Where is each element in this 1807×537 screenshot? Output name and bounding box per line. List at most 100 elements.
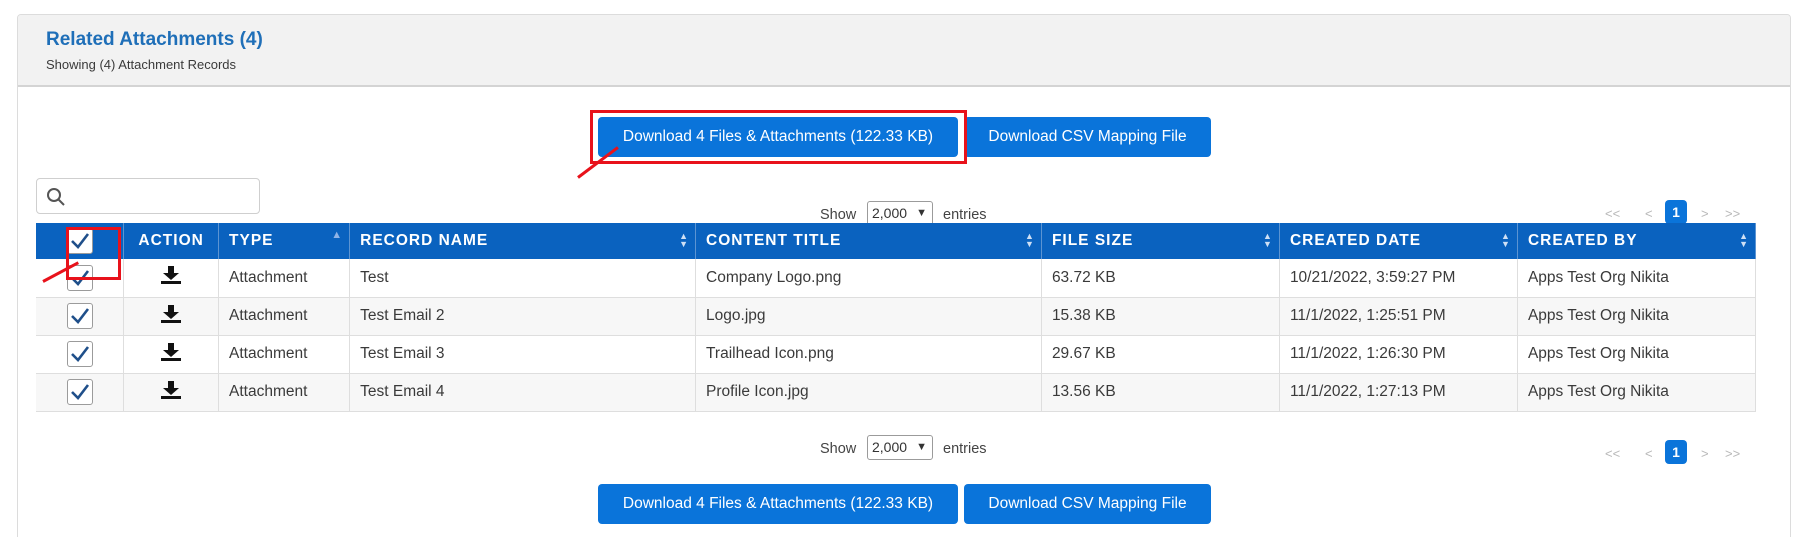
- row-action-cell: [123, 259, 220, 298]
- record-name-link[interactable]: Test Email 3: [349, 335, 697, 374]
- checkmark-icon: [70, 346, 89, 362]
- created-by-link[interactable]: Apps Test Org Nikita: [1517, 335, 1757, 374]
- checkmark-icon: [70, 308, 89, 324]
- file-size-cell: 15.38 KB: [1041, 297, 1280, 336]
- entries-value: 2,000: [872, 439, 908, 455]
- panel-title: Related Attachments (4): [46, 29, 263, 50]
- next-page-link[interactable]: >: [1701, 206, 1709, 221]
- file-size-cell: 63.72 KB: [1041, 259, 1280, 298]
- type-cell: Attachment: [218, 297, 351, 336]
- column-header-label: TYPE: [229, 232, 274, 249]
- column-header-label: CONTENT TITLE: [706, 232, 842, 249]
- download-icon[interactable]: [160, 265, 182, 285]
- search-icon: [47, 188, 65, 206]
- column-header-created-by[interactable]: CREATED BY ▲ ▼: [1517, 223, 1757, 259]
- attachments-table: ACTION TYPE ▲ RECORD NAME ▲ ▼ CONTENT TITLE…: [36, 223, 1757, 412]
- column-header-label: RECORD NAME: [360, 232, 489, 249]
- current-page-button[interactable]: 1: [1665, 440, 1687, 464]
- table-row: Attachment Test Company Logo.png 63.72 K…: [36, 259, 1757, 298]
- created-date-cell: 11/1/2022, 1:26:30 PM: [1279, 335, 1518, 374]
- entries-select[interactable]: 2,000 ▼: [867, 435, 933, 460]
- row-checkbox[interactable]: [66, 341, 93, 367]
- table-row: Attachment Test Email 4 Profile Icon.jpg…: [36, 373, 1757, 412]
- current-page-button[interactable]: 1: [1665, 200, 1687, 224]
- checkmark-icon: [70, 384, 89, 400]
- created-date-cell: 10/21/2022, 3:59:27 PM: [1279, 259, 1518, 298]
- last-page-link[interactable]: >>: [1725, 206, 1740, 221]
- download-files-button[interactable]: Download 4 Files & Attachments (122.33 K…: [598, 117, 958, 157]
- prev-page-link[interactable]: <: [1645, 446, 1653, 461]
- type-cell: Attachment: [218, 335, 351, 374]
- panel-header: Related Attachments (4) Showing (4) Atta…: [18, 15, 1790, 87]
- first-page-link[interactable]: <<: [1605, 206, 1620, 221]
- sort-asc-icon: ▲: [331, 229, 344, 241]
- show-entries-bottom: Show 2,000 ▼ entries: [820, 435, 1020, 461]
- content-title-link[interactable]: Logo.jpg: [695, 297, 1042, 336]
- sort-icon: ▲ ▼: [1025, 231, 1035, 249]
- created-by-link[interactable]: Apps Test Org Nikita: [1517, 373, 1757, 412]
- created-date-cell: 11/1/2022, 1:25:51 PM: [1279, 297, 1518, 336]
- panel-subtitle: Showing (4) Attachment Records: [46, 57, 237, 72]
- entries-label: entries: [943, 207, 987, 223]
- row-action-cell: [123, 335, 220, 374]
- row-select-cell: [36, 373, 125, 412]
- column-header-created-date[interactable]: CREATED DATE ▲ ▼: [1279, 223, 1518, 259]
- column-header-content-title[interactable]: CONTENT TITLE ▲ ▼: [695, 223, 1042, 259]
- column-header-record-name[interactable]: RECORD NAME ▲ ▼: [349, 223, 697, 259]
- column-header-action: ACTION: [123, 223, 220, 259]
- row-action-cell: [123, 297, 220, 336]
- pagination-bottom: << < 1 > >>: [1605, 440, 1755, 466]
- chevron-down-icon: ▼: [916, 441, 927, 453]
- file-size-cell: 13.56 KB: [1041, 373, 1280, 412]
- content-title-link[interactable]: Profile Icon.jpg: [695, 373, 1042, 412]
- download-csv-button[interactable]: Download CSV Mapping File: [964, 117, 1211, 157]
- record-name-link[interactable]: Test Email 4: [349, 373, 697, 412]
- row-select-cell: [36, 297, 125, 336]
- table-row: Attachment Test Email 2 Logo.jpg 15.38 K…: [36, 297, 1757, 336]
- content-title-link[interactable]: Company Logo.png: [695, 259, 1042, 298]
- download-csv-button[interactable]: Download CSV Mapping File: [964, 484, 1211, 524]
- last-page-link[interactable]: >>: [1725, 446, 1740, 461]
- table-row: Attachment Test Email 3 Trailhead Icon.p…: [36, 335, 1757, 374]
- download-icon[interactable]: [160, 380, 182, 400]
- download-files-button[interactable]: Download 4 Files & Attachments (122.33 K…: [598, 484, 958, 524]
- sort-icon: ▲ ▼: [1739, 231, 1749, 249]
- created-date-cell: 11/1/2022, 1:27:13 PM: [1279, 373, 1518, 412]
- sort-icon: ▲ ▼: [1263, 231, 1273, 249]
- column-header-label: CREATED BY: [1527, 232, 1638, 249]
- select-all-header: [36, 223, 125, 259]
- search-input[interactable]: [36, 178, 260, 214]
- row-checkbox[interactable]: [66, 303, 93, 329]
- checkmark-icon: [70, 269, 89, 286]
- created-by-link[interactable]: Apps Test Org Nikita: [1517, 259, 1757, 298]
- chevron-down-icon: ▼: [916, 207, 927, 219]
- entries-label: entries: [943, 441, 987, 457]
- column-header-file-size[interactable]: FILE SIZE ▲ ▼: [1041, 223, 1280, 259]
- show-label: Show: [820, 207, 857, 223]
- download-icon[interactable]: [160, 342, 182, 362]
- sort-icon: ▲ ▼: [1501, 231, 1511, 249]
- row-select-cell: [36, 335, 125, 374]
- row-checkbox[interactable]: [66, 264, 93, 291]
- file-size-cell: 29.67 KB: [1041, 335, 1280, 374]
- select-all-checkbox[interactable]: [66, 228, 93, 254]
- first-page-link[interactable]: <<: [1605, 446, 1620, 461]
- table-header-row: ACTION TYPE ▲ RECORD NAME ▲ ▼ CONTENT TITLE…: [36, 223, 1757, 259]
- type-cell: Attachment: [218, 259, 351, 298]
- row-action-cell: [123, 373, 220, 412]
- record-name-link[interactable]: Test: [349, 259, 697, 298]
- created-by-link[interactable]: Apps Test Org Nikita: [1517, 297, 1757, 336]
- column-header-type[interactable]: TYPE ▲: [218, 223, 351, 259]
- column-header-label: FILE SIZE: [1051, 232, 1134, 249]
- content-title-link[interactable]: Trailhead Icon.png: [695, 335, 1042, 374]
- row-checkbox[interactable]: [66, 379, 93, 405]
- column-header-label: CREATED DATE: [1289, 232, 1422, 249]
- download-icon[interactable]: [160, 304, 182, 324]
- prev-page-link[interactable]: <: [1645, 206, 1653, 221]
- record-name-link[interactable]: Test Email 2: [349, 297, 697, 336]
- show-label: Show: [820, 441, 857, 457]
- type-cell: Attachment: [218, 373, 351, 412]
- row-select-cell: [36, 259, 125, 298]
- next-page-link[interactable]: >: [1701, 446, 1709, 461]
- entries-value: 2,000: [872, 205, 908, 221]
